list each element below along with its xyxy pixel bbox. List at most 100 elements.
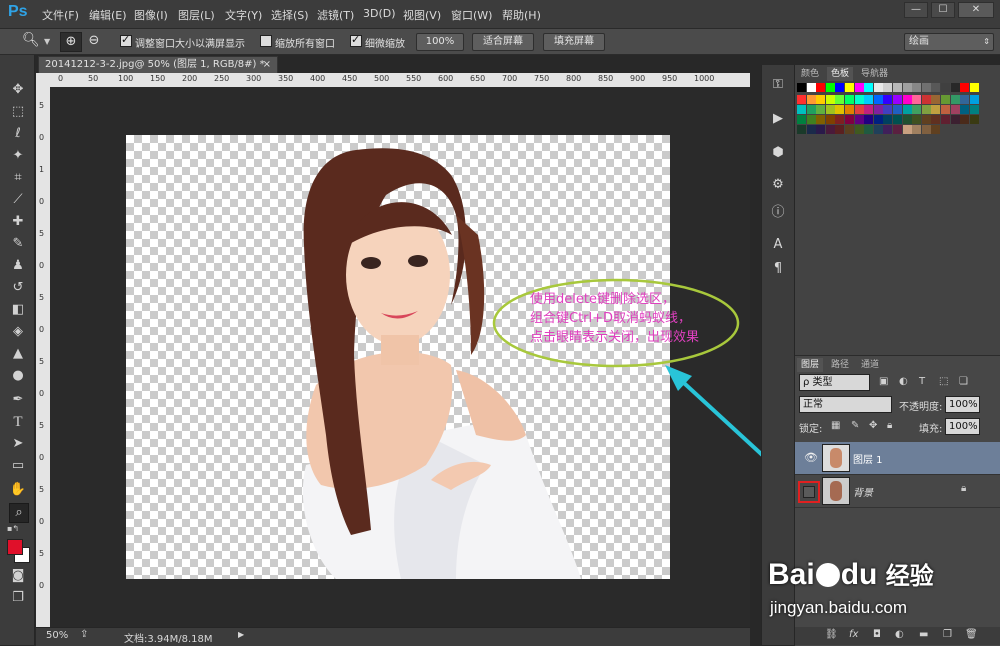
- color-swatch[interactable]: [816, 95, 826, 104]
- color-swatch[interactable]: [873, 125, 883, 134]
- color-swatch[interactable]: [825, 105, 835, 114]
- color-swatch[interactable]: [835, 115, 845, 124]
- color-swatch[interactable]: [806, 125, 816, 134]
- color-swatch[interactable]: [873, 83, 883, 92]
- color-swatch[interactable]: [806, 83, 816, 92]
- color-swatch[interactable]: [854, 95, 864, 104]
- color-swatch[interactable]: [816, 115, 826, 124]
- color-swatch[interactable]: [921, 115, 931, 124]
- color-swatch[interactable]: [864, 95, 874, 104]
- color-swatch[interactable]: [931, 95, 941, 104]
- color-swatch[interactable]: [835, 125, 845, 134]
- color-swatch[interactable]: [835, 83, 845, 92]
- color-swatch[interactable]: [835, 105, 845, 114]
- color-swatch[interactable]: [921, 105, 931, 114]
- color-swatch[interactable]: [864, 105, 874, 114]
- filter-adjustment-icon[interactable]: ◐: [899, 376, 908, 387]
- new-group-icon[interactable]: ▬: [919, 629, 928, 640]
- color-swatch[interactable]: [912, 125, 922, 134]
- color-swatch[interactable]: [797, 83, 806, 92]
- color-swatch[interactable]: [854, 83, 864, 92]
- paragraph-panel-icon[interactable]: ¶: [770, 261, 786, 277]
- new-layer-icon[interactable]: ❐: [943, 629, 952, 640]
- color-swatch[interactable]: [969, 105, 979, 114]
- color-swatch[interactable]: [845, 115, 854, 124]
- history-panel-icon[interactable]: ⚿: [770, 77, 786, 93]
- fill-input[interactable]: 100%: [945, 418, 980, 435]
- filter-type-icon[interactable]: T: [919, 376, 925, 387]
- tab-navigator[interactable]: 导航器: [857, 67, 892, 81]
- visibility-toggle-off[interactable]: [798, 481, 820, 503]
- color-swatch[interactable]: [835, 95, 845, 104]
- color-swatch[interactable]: [883, 105, 893, 114]
- color-swatch[interactable]: [931, 105, 941, 114]
- lock-all-icon[interactable]: 🔒︎: [887, 420, 892, 431]
- color-swatch[interactable]: [941, 115, 950, 124]
- color-swatch[interactable]: [950, 105, 960, 114]
- lock-pixels-icon[interactable]: ✎: [851, 420, 859, 431]
- color-swatch[interactable]: [883, 95, 893, 104]
- layer-name[interactable]: 图层 1: [853, 451, 883, 466]
- color-swatch[interactable]: [902, 105, 912, 114]
- color-swatch[interactable]: [941, 105, 950, 114]
- lock-position-icon[interactable]: ✥: [869, 420, 877, 431]
- lock-transparent-icon[interactable]: ▦: [831, 420, 840, 431]
- color-swatch[interactable]: [893, 115, 902, 124]
- color-swatch[interactable]: [864, 115, 874, 124]
- opacity-input[interactable]: 100%: [945, 396, 980, 413]
- color-swatch[interactable]: [825, 83, 835, 92]
- color-swatch[interactable]: [912, 115, 922, 124]
- color-swatch[interactable]: [931, 125, 941, 134]
- color-swatch[interactable]: [912, 83, 922, 92]
- color-swatch[interactable]: [921, 95, 931, 104]
- status-menu-arrow-icon[interactable]: ▶: [238, 630, 244, 639]
- color-swatch[interactable]: [960, 95, 970, 104]
- color-swatch[interactable]: [797, 125, 806, 134]
- eye-icon[interactable]: 👁︎: [804, 451, 818, 464]
- color-swatch[interactable]: [902, 95, 912, 104]
- color-swatch[interactable]: [854, 115, 864, 124]
- actions-panel-icon[interactable]: ▶: [770, 111, 786, 127]
- color-swatch[interactable]: [797, 95, 806, 104]
- color-swatch[interactable]: [806, 95, 816, 104]
- color-swatch[interactable]: [941, 95, 950, 104]
- layer-name[interactable]: 背景: [853, 484, 873, 499]
- filter-pixel-icon[interactable]: ▣: [879, 376, 888, 387]
- color-swatch[interactable]: [969, 95, 979, 104]
- color-swatch[interactable]: [825, 115, 835, 124]
- adjust-panel-icon[interactable]: ⚙: [770, 177, 786, 193]
- filter-shape-icon[interactable]: ⬚: [939, 376, 948, 387]
- color-swatch[interactable]: [873, 115, 883, 124]
- color-swatch[interactable]: [873, 105, 883, 114]
- color-swatch[interactable]: [825, 125, 835, 134]
- tab-swatches[interactable]: 色板: [827, 67, 854, 81]
- blend-mode-select[interactable]: 正常: [799, 396, 892, 413]
- color-swatch[interactable]: [873, 95, 883, 104]
- color-swatch[interactable]: [941, 83, 950, 92]
- color-swatch[interactable]: [893, 105, 902, 114]
- color-swatch[interactable]: [883, 83, 893, 92]
- color-swatch[interactable]: [864, 83, 874, 92]
- color-swatch[interactable]: [931, 115, 941, 124]
- color-swatch[interactable]: [864, 125, 874, 134]
- filter-smart-object-icon[interactable]: ❏: [959, 376, 968, 387]
- color-swatch[interactable]: [950, 115, 960, 124]
- character-panel-icon[interactable]: A: [770, 237, 786, 253]
- color-swatch[interactable]: [806, 115, 816, 124]
- adjustment-layer-icon[interactable]: ◐: [895, 629, 904, 640]
- 3d-panel-icon[interactable]: ⬢: [770, 145, 786, 161]
- swatch-grid[interactable]: [797, 83, 981, 173]
- color-swatch[interactable]: [960, 115, 970, 124]
- color-swatch[interactable]: [797, 115, 806, 124]
- color-swatch[interactable]: [845, 105, 854, 114]
- color-swatch[interactable]: [854, 125, 864, 134]
- layer-filter-select[interactable]: ρ 类型: [799, 374, 870, 391]
- color-swatch[interactable]: [950, 95, 960, 104]
- color-swatch[interactable]: [816, 105, 826, 114]
- tab-layers[interactable]: 图层: [797, 358, 824, 372]
- color-swatch[interactable]: [883, 125, 893, 134]
- color-swatch[interactable]: [969, 83, 979, 92]
- color-swatch[interactable]: [893, 95, 902, 104]
- status-zoom[interactable]: 50%: [46, 630, 68, 641]
- color-swatch[interactable]: [921, 125, 931, 134]
